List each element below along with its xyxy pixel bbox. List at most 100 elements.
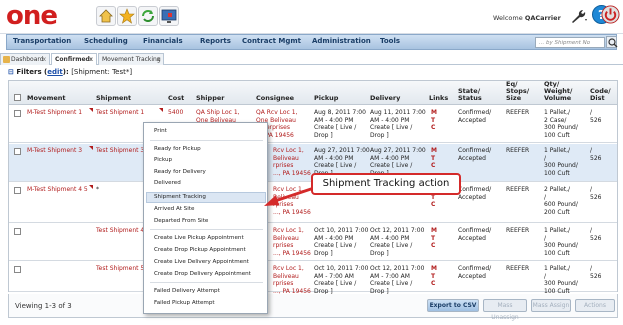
select-all-checkbox[interactable] xyxy=(14,94,21,101)
row-links[interactable]: M T C xyxy=(431,227,437,250)
shipment-link[interactable]: Test Shipment 5 xyxy=(96,265,144,273)
menu-item-failed-pickup-attempt[interactable]: Failed Pickup Attempt xyxy=(154,300,215,306)
close-icon[interactable]: x xyxy=(89,54,93,65)
menu-item-create-drop-pickup-appointment[interactable]: Create Drop Pickup Appointment xyxy=(154,247,246,253)
flag-icon xyxy=(89,146,93,150)
menu-item-pickup[interactable]: Pickup xyxy=(154,157,172,163)
col-qty-weight-volume[interactable]: Qty/ Weight/ Volume xyxy=(544,81,572,102)
star-icon[interactable] xyxy=(117,6,137,26)
menu-scheduling[interactable]: Scheduling xyxy=(84,37,128,45)
close-icon[interactable]: x xyxy=(42,54,46,65)
wrench-icon[interactable] xyxy=(568,6,588,26)
menu-item-shipment-tracking[interactable]: Shipment Tracking xyxy=(154,194,206,200)
movement-link[interactable]: M-Test Shipment 4 5 xyxy=(27,186,88,194)
consignee-link[interactable]: Rcv Loc 1, Beliveau rprises ..., PA 1945… xyxy=(273,265,311,295)
actions-button[interactable]: Actions xyxy=(575,299,615,312)
shipment-link[interactable]: Test Shipment 4 xyxy=(96,227,144,235)
cost-value[interactable]: 5400 xyxy=(168,109,183,117)
delivery-window: Oct 12, 2011 7:00 AM - 7:00 AM Create [ … xyxy=(370,265,425,295)
col-cost[interactable]: Cost xyxy=(168,95,184,102)
col-delivery[interactable]: Delivery xyxy=(370,95,400,102)
mass-unassign-button[interactable]: Mass Unassign xyxy=(483,299,527,321)
pagination-status: Viewing 1-3 of 3 xyxy=(15,302,72,310)
col-state-status[interactable]: State/ Status xyxy=(458,88,482,102)
table-row[interactable]: Test Shipment 5 Rcv Loc 1, Beliveau rpri… xyxy=(9,262,617,295)
row-checkbox[interactable] xyxy=(14,148,21,155)
menu-item-print[interactable]: Print xyxy=(154,128,167,134)
export-csv-button[interactable]: Export to CSV xyxy=(427,299,479,312)
power-icon[interactable] xyxy=(601,5,620,24)
menu-item-ready-for-pickup[interactable]: Ready for Pickup xyxy=(154,146,201,152)
movement-link[interactable]: M-Test Shipment 1 xyxy=(27,109,82,117)
row-links[interactable]: M T C xyxy=(431,109,437,132)
menu-item-arrived-at-site[interactable]: Arrived At Site xyxy=(154,206,194,212)
filters-edit-link[interactable]: edit xyxy=(47,68,63,76)
table-header: Movement Shipment Cost Shipper Consignee… xyxy=(9,81,617,105)
tab-confirmed-label: Confirmed xyxy=(55,56,90,63)
shipment-multi: * xyxy=(96,186,99,193)
equipment: REEFER xyxy=(506,147,530,154)
welcome-text: Welcome QACarrier xyxy=(493,14,561,22)
screen-icon[interactable] xyxy=(159,6,179,26)
menu-item-ready-for-delivery[interactable]: Ready for Delivery xyxy=(154,169,206,175)
tab-confirmed[interactable]: Confirmed x xyxy=(51,53,97,65)
delivery-window: Oct 12, 2011 7:00 AM - 4:00 PM Create [ … xyxy=(370,227,425,257)
menu-item-failed-delivery-attempt[interactable]: Failed Delivery Attempt xyxy=(154,288,220,294)
app-logo[interactable]: one xyxy=(6,3,78,29)
logo-text: one xyxy=(6,1,58,31)
table-row[interactable]: M-Test Shipment 1 Test Shipment 1 5400 Q… xyxy=(9,106,617,143)
dashboard-icon xyxy=(3,56,10,63)
search-icon[interactable] xyxy=(606,36,618,48)
col-shipment[interactable]: Shipment xyxy=(96,95,131,102)
mass-assign-button[interactable]: Mass Assign xyxy=(531,299,571,312)
home-icon[interactable] xyxy=(96,6,116,26)
consignee-link[interactable]: Rcv Loc 1, Beliveau rprises ..., PA 1945… xyxy=(273,227,311,257)
menu-contract-mgmt[interactable]: Contract Mgmt xyxy=(242,37,301,45)
equipment: REEFER xyxy=(506,186,530,193)
quantity: 1 Pallet,/ 2 Case/ 300 Pound/ 100 Cuft xyxy=(544,109,578,139)
col-pickup[interactable]: Pickup xyxy=(314,95,338,102)
row-checkbox[interactable] xyxy=(14,110,21,117)
col-movement[interactable]: Movement xyxy=(27,95,66,102)
col-shipper[interactable]: Shipper xyxy=(196,95,224,102)
state-status: Confirmed/ Accepted xyxy=(458,147,492,162)
col-eq-stops-size[interactable]: Eq/ Stops/ Size xyxy=(506,81,529,102)
menu-transportation[interactable]: Transportation xyxy=(13,37,71,45)
shipment-search-input[interactable]: ... by Shipment No xyxy=(535,37,605,48)
menu-tools[interactable]: Tools xyxy=(380,37,400,45)
col-code-dist[interactable]: Code/ Dist xyxy=(590,88,611,102)
equipment: REEFER xyxy=(506,265,530,272)
row-checkbox[interactable] xyxy=(14,266,21,273)
col-links[interactable]: Links xyxy=(429,95,448,102)
menu-administration[interactable]: Administration xyxy=(312,37,371,45)
tab-dashboard[interactable]: Dashboard x xyxy=(0,53,50,65)
movement-link[interactable]: M-Test Shipment 3 xyxy=(27,147,82,155)
close-icon[interactable]: x xyxy=(156,54,160,65)
menu-item-departed-from-site[interactable]: Departed From Site xyxy=(154,218,208,224)
code-dist: / 526 xyxy=(590,265,602,280)
flag-icon xyxy=(159,108,163,112)
shipment-link[interactable]: Test Shipment 1 xyxy=(96,109,144,117)
menu-divider xyxy=(150,282,263,283)
row-checkbox[interactable] xyxy=(14,228,21,235)
row-links[interactable]: M T C xyxy=(431,265,437,288)
consignee-link[interactable]: Rcv Loc 1, Beliveau rprises ..., PA 1945… xyxy=(273,147,311,177)
menu-item-create-live-delivery-appointment[interactable]: Create Live Delivery Appointment xyxy=(154,259,249,265)
menu-item-create-drop-delivery-appointment[interactable]: Create Drop Delivery Appointment xyxy=(154,271,251,277)
menu-reports[interactable]: Reports xyxy=(200,37,231,45)
menu-item-delivered[interactable]: Delivered xyxy=(154,180,181,186)
expand-icon[interactable]: ⊟ xyxy=(8,68,14,76)
shipment-link[interactable]: Test Shipment 3 xyxy=(96,147,144,155)
row-links[interactable]: M T C xyxy=(431,147,437,170)
table-row[interactable]: Test Shipment 4 Rcv Loc 1, Beliveau rpri… xyxy=(9,224,617,261)
row-checkbox[interactable] xyxy=(14,187,21,194)
tab-dashboard-label: Dashboard xyxy=(11,56,44,63)
filters-bar: ⊟ Filters (edit): [Shipment: Test*] xyxy=(8,68,133,76)
menu-financials[interactable]: Financials xyxy=(143,37,183,45)
quantity: 2 Pallet,/ / 600 Pound/ 200 Cuft xyxy=(544,186,578,216)
refresh-icon[interactable] xyxy=(138,6,158,26)
menu-item-create-live-pickup-appointment[interactable]: Create Live Pickup Appointment xyxy=(154,235,244,241)
tab-movement-tracking[interactable]: Movement Tracking x xyxy=(98,53,164,65)
col-consignee[interactable]: Consignee xyxy=(256,95,294,102)
tab-movement-tracking-label: Movement Tracking xyxy=(102,56,161,63)
